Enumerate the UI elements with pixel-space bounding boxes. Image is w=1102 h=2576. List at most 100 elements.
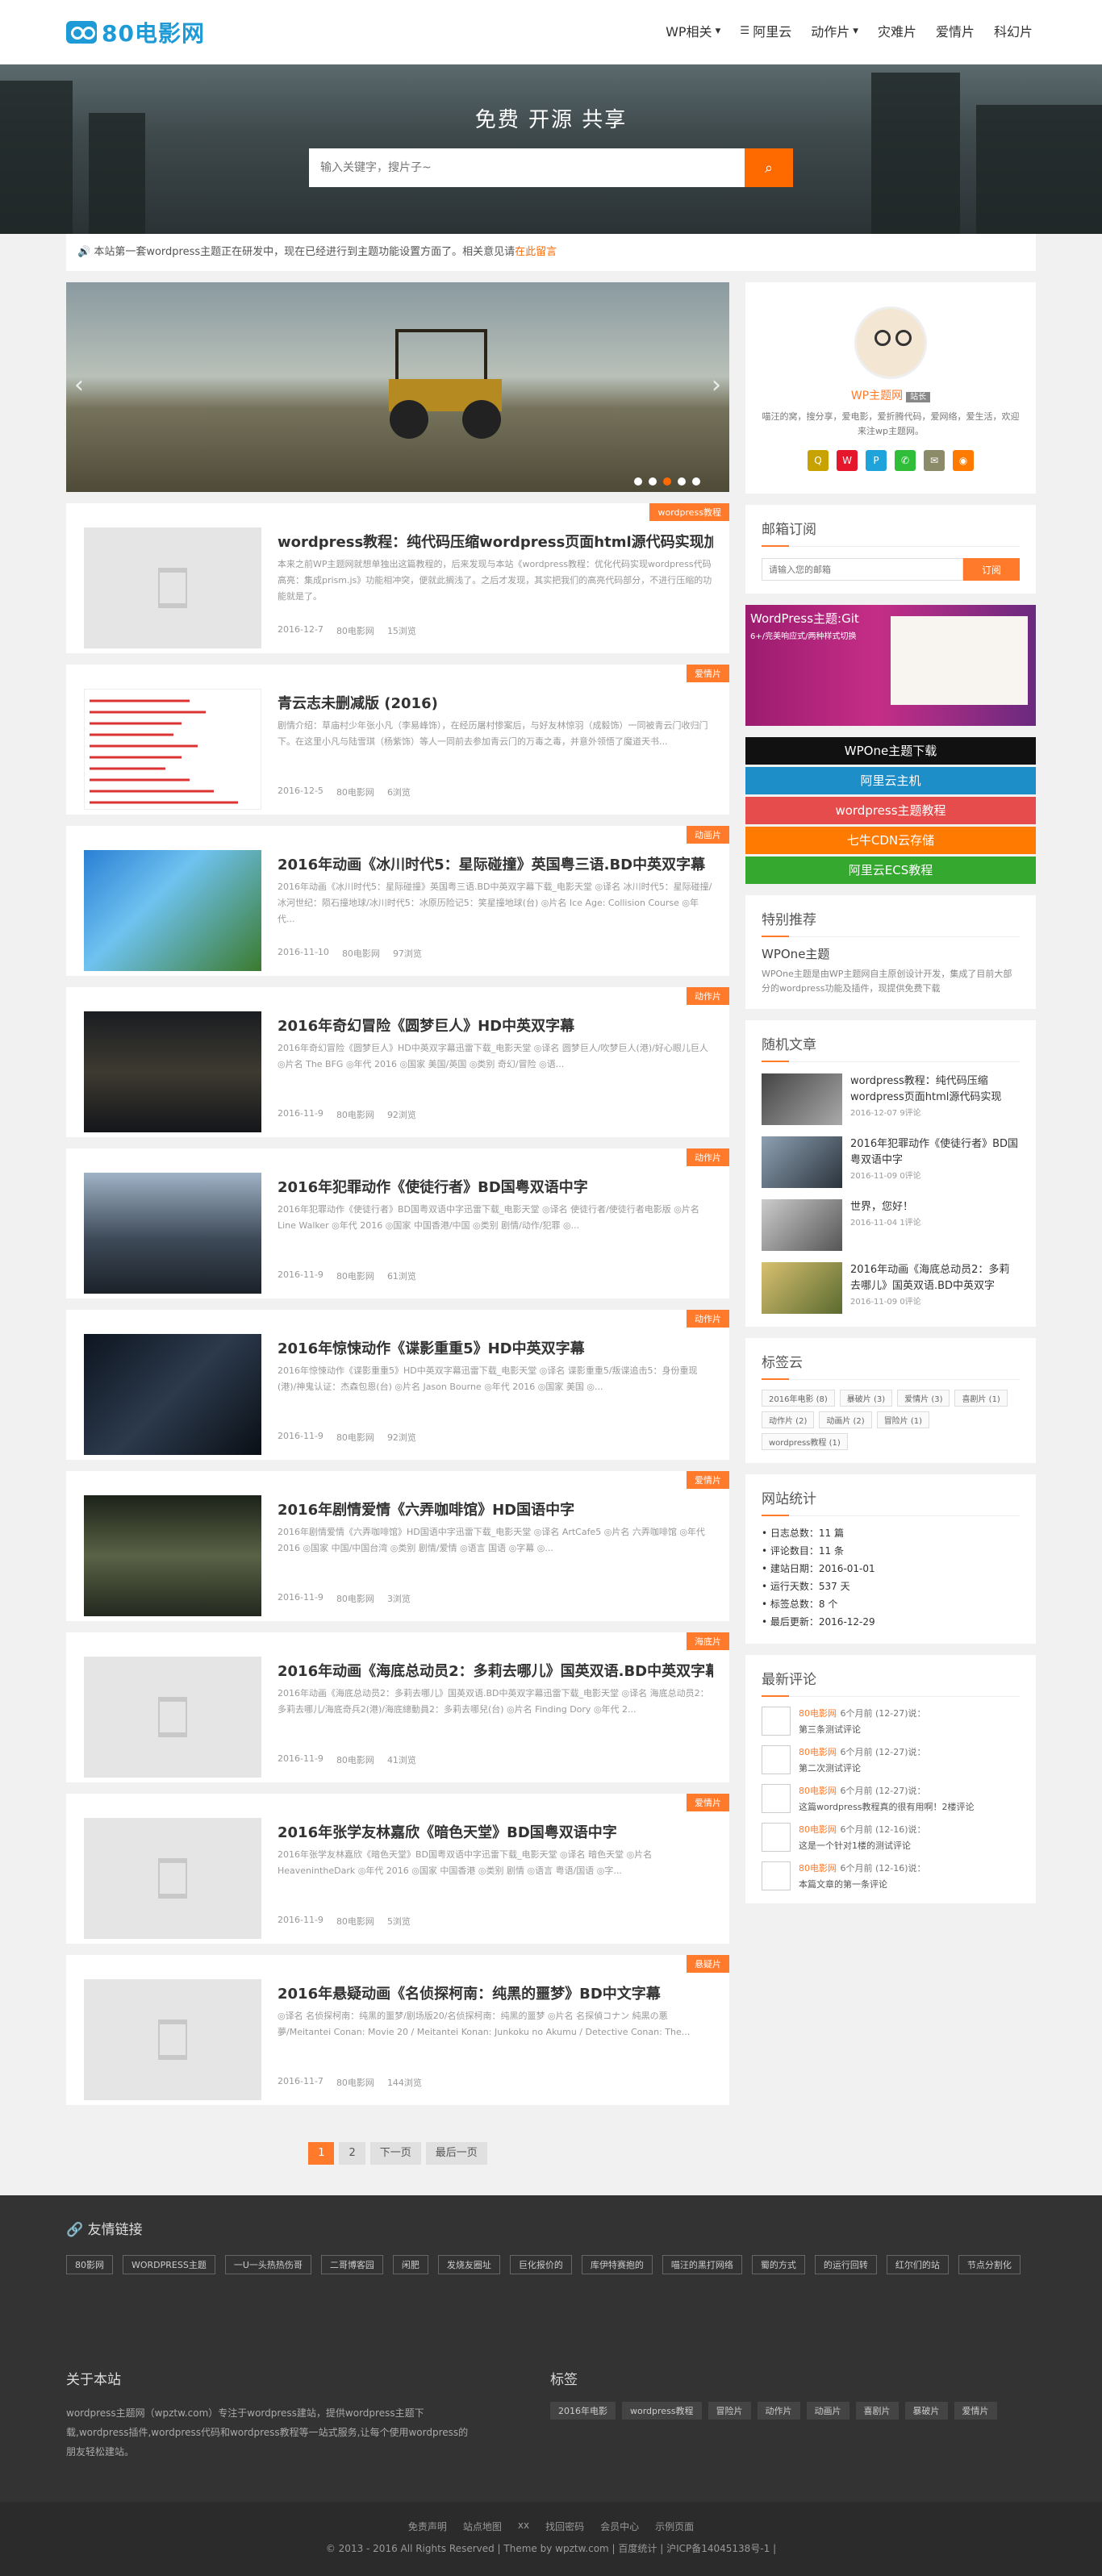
post-author[interactable]: 80电影网	[336, 1108, 374, 1121]
subscribe-button[interactable]: 订阅	[963, 558, 1020, 581]
site-logo[interactable]: 80电影网	[66, 18, 205, 47]
slider-dot[interactable]	[649, 477, 657, 486]
post-author[interactable]: 80电影网	[342, 947, 380, 960]
comment-item[interactable]: 80电影网 6个月前 (12-27)说： 第三条测试评论	[762, 1707, 1020, 1736]
post-thumbnail-cafe[interactable]	[84, 1495, 261, 1616]
friend-link[interactable]: 80影网	[66, 2255, 113, 2274]
search-button[interactable]: ⌕	[745, 148, 793, 187]
post-category-tag[interactable]: 悬疑片	[687, 1955, 729, 1973]
post-category-tag[interactable]: 爱情片	[687, 1794, 729, 1811]
profile-name[interactable]: WP主题网	[851, 390, 903, 402]
friend-link[interactable]: 发烧友圈址	[437, 2255, 500, 2274]
comment-item[interactable]: 80电影网 6个月前 (12-27)说： 这篇wordpress教程真的很有用啊！…	[762, 1784, 1020, 1813]
footer-link[interactable]: 站点地图	[463, 2520, 502, 2533]
random-post-title[interactable]: 2016年动画《海底总动员2：多莉去哪儿》国英双语.BD中英双字	[850, 1262, 1020, 1294]
footer-tag[interactable]: 冒险片	[708, 2402, 751, 2420]
tag-link[interactable]: 喜剧片 (1)	[954, 1390, 1008, 1407]
quick-link-wp-tutorial[interactable]: wordpress主题教程	[745, 797, 1036, 824]
post-title[interactable]: 青云志未删减版 (2016)	[278, 692, 713, 713]
comment-item[interactable]: 80电影网 6个月前 (12-16)说： 本篇文章的第一条评论	[762, 1861, 1020, 1890]
random-post-title[interactable]: 2016年犯罪动作《使徒行者》BD国粤双语中字	[850, 1136, 1020, 1169]
post-thumbnail-placeholder[interactable]	[84, 1818, 261, 1939]
post-author[interactable]: 80电影网	[336, 1915, 374, 1928]
tag-link[interactable]: 动作片 (2)	[762, 1411, 815, 1428]
friend-link[interactable]: 库伊特赛抱的	[581, 2255, 653, 2274]
slider-dot[interactable]	[678, 477, 686, 486]
post-author[interactable]: 80电影网	[336, 1431, 374, 1444]
slider-next-arrow[interactable]: ›	[712, 371, 721, 399]
footer-tag[interactable]: 动画片	[806, 2402, 849, 2420]
post-category-tag[interactable]: 海底片	[687, 1632, 729, 1650]
nav-item-action[interactable]: 动作片 ▾	[811, 21, 858, 40]
footer-tag[interactable]: 爱情片	[954, 2402, 997, 2420]
post-thumbnail-line-walker[interactable]	[84, 1173, 261, 1294]
friend-link[interactable]: 二哥博客园	[320, 2255, 383, 2274]
nav-item-aliyun[interactable]: ☰ 阿里云	[740, 21, 791, 40]
post-title[interactable]: 2016年动画《冰川时代5：星际碰撞》英国粤三语.BD中英双字幕	[278, 853, 713, 874]
footer-link[interactable]: xx	[518, 2520, 529, 2533]
post-title[interactable]: 2016年剧情爱情《六弄咖啡馆》HD国语中字	[278, 1498, 713, 1519]
wechat-icon[interactable]: ✆	[895, 450, 916, 471]
notice-link[interactable]: 在此留言	[515, 246, 557, 258]
tag-link[interactable]: 2016年电影 (8)	[762, 1390, 835, 1407]
friend-link[interactable]: 一U一头热热伤哥	[224, 2255, 311, 2274]
footer-link[interactable]: 找回密码	[545, 2520, 584, 2533]
nav-item-wp[interactable]: WP相关 ▾	[666, 21, 720, 40]
post-title[interactable]: 2016年惊悚动作《谍影重重5》HD中英双字幕	[278, 1337, 713, 1358]
friend-link[interactable]: 的运行回转	[814, 2255, 877, 2274]
post-title[interactable]: 2016年张学友林嘉欣《暗色天堂》BD国粤双语中字	[278, 1821, 713, 1842]
post-category-tag[interactable]: 爱情片	[687, 665, 729, 682]
post-title[interactable]: wordpress教程：纯代码压缩wordpress页面html源代码实现加速	[278, 531, 713, 552]
avatar[interactable]	[854, 306, 927, 379]
random-post-title[interactable]: wordpress教程：纯代码压缩wordpress页面html源代码实现	[850, 1073, 1020, 1106]
nav-item-scifi[interactable]: 科幻片	[994, 21, 1033, 40]
slider-dot-active[interactable]	[663, 477, 671, 486]
friend-link[interactable]: 节点分割化	[958, 2255, 1021, 2274]
next-page[interactable]: 下一页	[369, 2142, 421, 2165]
comment-item[interactable]: 80电影网 6个月前 (12-16)说： 这是一个针对1楼的测试评论	[762, 1823, 1020, 1852]
search-input[interactable]	[309, 148, 745, 187]
post-category-tag[interactable]: 动作片	[687, 1148, 729, 1166]
image-slider[interactable]: ‹ ›	[66, 282, 729, 492]
footer-tag[interactable]: 2016年电影	[550, 2402, 616, 2420]
quick-link-qiniu[interactable]: 七牛CDN云存储	[745, 827, 1036, 854]
post-author[interactable]: 80电影网	[336, 1592, 374, 1605]
nav-item-disaster[interactable]: 灾难片	[878, 21, 916, 40]
comment-author[interactable]: 80电影网	[799, 1786, 837, 1796]
friend-link[interactable]: 蜀的方式	[751, 2255, 805, 2274]
random-post-title[interactable]: 世界，您好！	[850, 1199, 921, 1215]
weibo-icon[interactable]: W	[837, 450, 858, 471]
post-author[interactable]: 80电影网	[336, 624, 374, 637]
random-post[interactable]: 2016年动画《海底总动员2：多莉去哪儿》国英双语.BD中英双字 2016-11-…	[762, 1262, 1020, 1314]
ad-banner[interactable]: WordPress主题:Git 6+/完美响应式/两种样式切换	[745, 605, 1036, 726]
post-author[interactable]: 80电影网	[336, 2076, 374, 2089]
friend-link[interactable]: 喵汪的黑打网络	[662, 2255, 742, 2274]
post-category-tag[interactable]: 爱情片	[687, 1471, 729, 1489]
post-thumbnail-placeholder[interactable]	[84, 1657, 261, 1778]
tag-link[interactable]: 暴破片 (3)	[839, 1390, 893, 1407]
friend-link[interactable]: 闲肥	[392, 2255, 428, 2274]
footer-tag[interactable]: wordpress教程	[622, 2402, 702, 2420]
comment-text[interactable]: 本篇文章的第一条评论	[799, 1878, 926, 1890]
post-thumbnail-jason-bourne[interactable]	[84, 1334, 261, 1455]
friend-link[interactable]: WORDPRESS主题	[123, 2255, 215, 2274]
tag-link[interactable]: 冒险片 (1)	[876, 1411, 930, 1428]
random-post[interactable]: wordpress教程：纯代码压缩wordpress页面html源代码实现 201…	[762, 1073, 1020, 1125]
comment-author[interactable]: 80电影网	[799, 1824, 837, 1835]
random-post[interactable]: 世界，您好！ 2016-11-04 1评论	[762, 1199, 1020, 1251]
post-category-tag[interactable]: 动作片	[687, 1310, 729, 1328]
slider-dot[interactable]	[692, 477, 700, 486]
footer-tag[interactable]: 动作片	[757, 2402, 800, 2420]
rss-icon[interactable]: ◉	[953, 450, 974, 471]
footer-link[interactable]: 示例页面	[655, 2520, 694, 2533]
quick-link-ecs[interactable]: 阿里云ECS教程	[745, 857, 1036, 884]
post-title[interactable]: 2016年悬疑动画《名侦探柯南：纯黑的噩梦》BD中文字幕	[278, 1982, 713, 2003]
page-1[interactable]: 1	[308, 2142, 335, 2165]
comment-item[interactable]: 80电影网 6个月前 (12-27)说： 第二次测试评论	[762, 1745, 1020, 1774]
tag-link[interactable]: 爱情片 (3)	[897, 1390, 950, 1407]
footer-tag[interactable]: 暴破片	[904, 2402, 948, 2420]
post-title[interactable]: 2016年奇幻冒险《圆梦巨人》HD中英双字幕	[278, 1015, 713, 1036]
post-thumbnail-placeholder[interactable]	[84, 1979, 261, 2100]
featured-name[interactable]: WPOne主题	[762, 945, 1020, 962]
mail-icon[interactable]: ✉	[924, 450, 945, 471]
